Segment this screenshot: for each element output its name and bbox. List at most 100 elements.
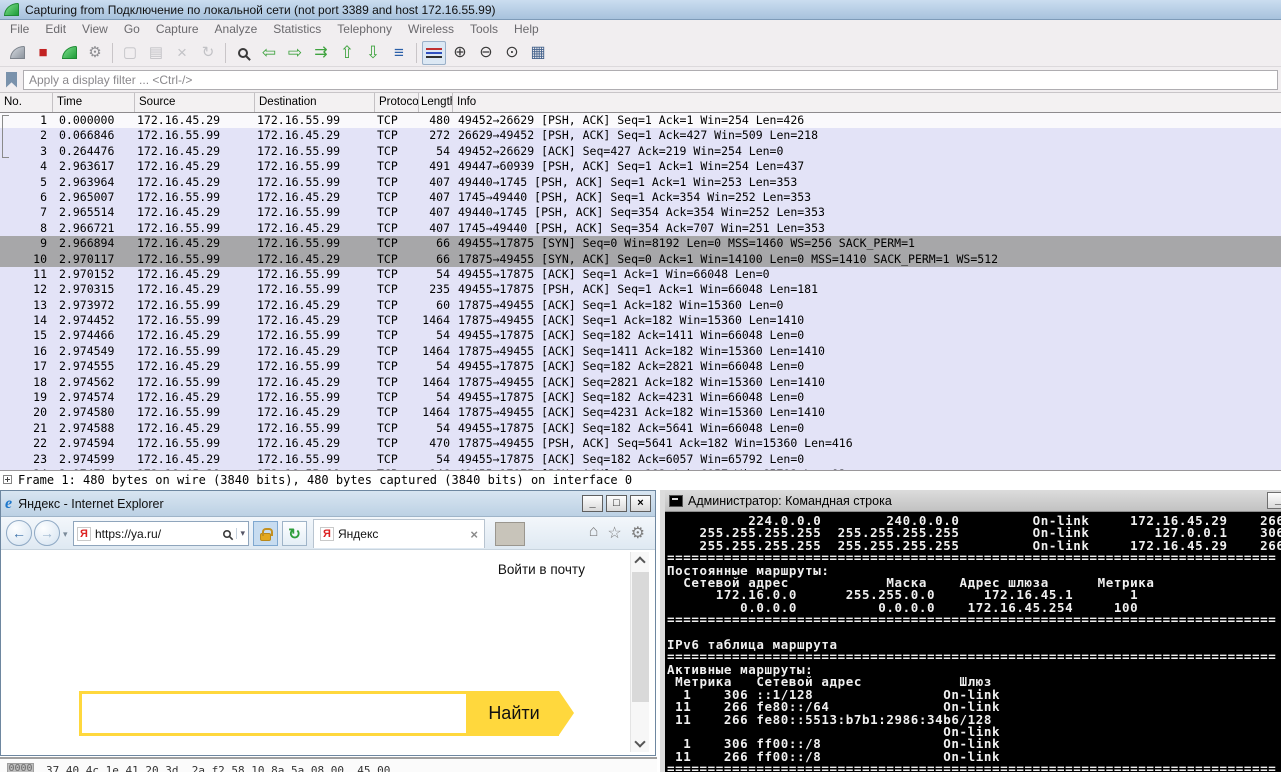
autoscroll-icon[interactable]: ≡ (387, 41, 411, 65)
save-file-icon[interactable]: ▤ (144, 41, 168, 65)
packet-dst: 172.16.45.29 (255, 128, 375, 143)
scrollbar-thumb[interactable] (632, 572, 649, 702)
packet-row[interactable]: 192.974574172.16.45.29172.16.55.99TCP544… (0, 390, 1281, 405)
column-length[interactable]: Length (419, 93, 453, 112)
security-lock-button[interactable] (253, 521, 278, 546)
packet-row[interactable]: 72.965514172.16.45.29172.16.55.99TCP4074… (0, 205, 1281, 220)
packet-row[interactable]: 132.973972172.16.55.99172.16.45.29TCP601… (0, 298, 1281, 313)
menu-view[interactable]: View (74, 20, 116, 39)
close-file-icon[interactable]: × (170, 41, 194, 65)
packet-info: 26629→49452 [PSH, ACK] Seq=1 Ack=427 Win… (453, 128, 1281, 143)
packet-row[interactable]: 232.974599172.16.45.29172.16.55.99TCP544… (0, 452, 1281, 467)
expand-icon[interactable] (3, 475, 12, 484)
packet-row[interactable]: 42.963617172.16.45.29172.16.55.99TCP4914… (0, 159, 1281, 174)
packet-row[interactable]: 10.000000172.16.45.29172.16.55.99TCP4804… (0, 113, 1281, 128)
first-packet-icon[interactable]: ⇧ (335, 41, 359, 65)
ie-minimize-button[interactable]: _ (582, 495, 603, 512)
scroll-up-icon[interactable] (634, 556, 645, 567)
menu-tools[interactable]: Tools (462, 20, 506, 39)
scroll-down-icon[interactable] (634, 736, 645, 747)
address-bar[interactable]: Я https://ya.ru/ ▾ (73, 521, 249, 546)
cmd-minimize-button[interactable]: _ (1267, 492, 1281, 509)
menu-analyze[interactable]: Analyze (207, 20, 266, 39)
menu-help[interactable]: Help (506, 20, 547, 39)
forward-button[interactable]: → (34, 520, 60, 546)
open-file-icon[interactable]: ▢ (118, 41, 142, 65)
packet-row[interactable]: 92.966894172.16.45.29172.16.55.99TCP6649… (0, 236, 1281, 251)
packet-row[interactable]: 152.974466172.16.45.29172.16.55.99TCP544… (0, 328, 1281, 343)
resize-columns-icon-glyph: ▦ (530, 45, 545, 61)
tab-close-icon[interactable]: × (470, 527, 478, 542)
zoom-reset-icon[interactable]: ⊙ (500, 41, 524, 65)
goto-packet-icon[interactable]: ⇉ (309, 41, 333, 65)
refresh-button[interactable]: ↻ (282, 521, 307, 546)
back-button[interactable]: ← (6, 520, 32, 546)
menu-telephony[interactable]: Telephony (329, 20, 400, 39)
address-url[interactable]: https://ya.ru/ (95, 527, 222, 541)
menu-edit[interactable]: Edit (37, 20, 74, 39)
resize-columns-icon[interactable]: ▦ (526, 41, 550, 65)
yandex-find-button[interactable]: Найти (469, 691, 559, 736)
stop-capture-icon[interactable]: ■ (31, 41, 55, 65)
ie-close-button[interactable]: × (630, 495, 651, 512)
start-capture-icon[interactable] (5, 41, 29, 65)
column-no[interactable]: No. (0, 93, 53, 112)
ie-scrollbar[interactable] (630, 552, 649, 752)
packet-row[interactable]: 142.974452172.16.55.99172.16.45.29TCP146… (0, 313, 1281, 328)
favorites-star-icon[interactable]: ☆ (607, 523, 621, 543)
filter-bookmark-icon[interactable] (6, 72, 17, 88)
packet-list[interactable]: 10.000000172.16.45.29172.16.55.99TCP4804… (0, 113, 1281, 470)
history-dropdown-icon[interactable]: ▾ (63, 529, 68, 540)
column-info[interactable]: Info (453, 93, 1281, 112)
display-filter-input[interactable] (23, 70, 1278, 90)
menu-capture[interactable]: Capture (148, 20, 207, 39)
column-source[interactable]: Source (135, 93, 255, 112)
packet-info: 49440→1745 [PSH, ACK] Seq=354 Ack=354 Wi… (453, 205, 1281, 220)
packet-time: 2.963964 (53, 175, 135, 190)
packet-row[interactable]: 102.970117172.16.55.99172.16.45.29TCP661… (0, 252, 1281, 267)
packet-row[interactable]: 172.974555172.16.45.29172.16.55.99TCP544… (0, 359, 1281, 374)
last-packet-icon[interactable]: ⇩ (361, 41, 385, 65)
address-search-icon[interactable] (223, 530, 231, 538)
new-tab-button[interactable] (495, 522, 525, 546)
next-packet-icon[interactable]: ⇨ (283, 41, 307, 65)
restart-capture-icon[interactable] (57, 41, 81, 65)
packet-row[interactable]: 82.966721172.16.55.99172.16.45.29TCP4071… (0, 221, 1281, 236)
menu-file[interactable]: File (2, 20, 37, 39)
colorize-icon[interactable] (422, 41, 446, 65)
column-protocol[interactable]: Protocol (375, 93, 419, 112)
packet-row[interactable]: 62.965007172.16.55.99172.16.45.29TCP4071… (0, 190, 1281, 205)
find-packet-icon[interactable] (231, 41, 255, 65)
colorize-icon-shape (426, 48, 442, 58)
column-destination[interactable]: Destination (255, 93, 375, 112)
tab-yandex[interactable]: Я Яндекс × (313, 519, 485, 548)
packet-row[interactable]: 52.963964172.16.45.29172.16.55.99TCP4074… (0, 175, 1281, 190)
packet-row[interactable]: 162.974549172.16.55.99172.16.45.29TCP146… (0, 344, 1281, 359)
reload-file-icon[interactable]: ↻ (196, 41, 220, 65)
packet-proto: TCP (375, 359, 419, 374)
column-time[interactable]: Time (53, 93, 135, 112)
zoom-in-icon[interactable]: ⊕ (448, 41, 472, 65)
packet-row[interactable]: 112.970152172.16.45.29172.16.55.99TCP544… (0, 267, 1281, 282)
previous-packet-icon[interactable]: ⇦ (257, 41, 281, 65)
packet-row[interactable]: 182.974562172.16.55.99172.16.45.29TCP146… (0, 375, 1281, 390)
packet-row[interactable]: 122.970315172.16.45.29172.16.55.99TCP235… (0, 282, 1281, 297)
packet-row[interactable]: 20.066846172.16.55.99172.16.45.29TCP2722… (0, 128, 1281, 143)
menu-wireless[interactable]: Wireless (400, 20, 462, 39)
packet-row[interactable]: 202.974580172.16.55.99172.16.45.29TCP146… (0, 405, 1281, 420)
packet-row[interactable]: 212.974588172.16.45.29172.16.55.99TCP544… (0, 421, 1281, 436)
settings-gear-icon[interactable]: ⚙ (631, 523, 645, 543)
yandex-search-input[interactable] (79, 691, 469, 736)
menu-go[interactable]: Go (116, 20, 148, 39)
frame-summary[interactable]: Frame 1: 480 bytes on wire (3840 bits), … (18, 473, 632, 487)
address-dropdown-icon[interactable]: ▾ (236, 528, 245, 539)
wireshark-titlebar: Capturing from Подключение по локальной … (0, 0, 1281, 20)
packet-row[interactable]: 30.264476172.16.45.29172.16.55.99TCP5449… (0, 144, 1281, 159)
zoom-out-icon[interactable]: ⊖ (474, 41, 498, 65)
mail-login-link[interactable]: Войти в почту (498, 562, 585, 577)
packet-row[interactable]: 222.974594172.16.55.99172.16.45.29TCP470… (0, 436, 1281, 451)
capture-options-icon[interactable]: ⚙ (83, 41, 107, 65)
menu-statistics[interactable]: Statistics (265, 20, 329, 39)
ie-maximize-button[interactable]: □ (606, 495, 627, 512)
home-icon[interactable]: ⌂ (589, 523, 599, 543)
